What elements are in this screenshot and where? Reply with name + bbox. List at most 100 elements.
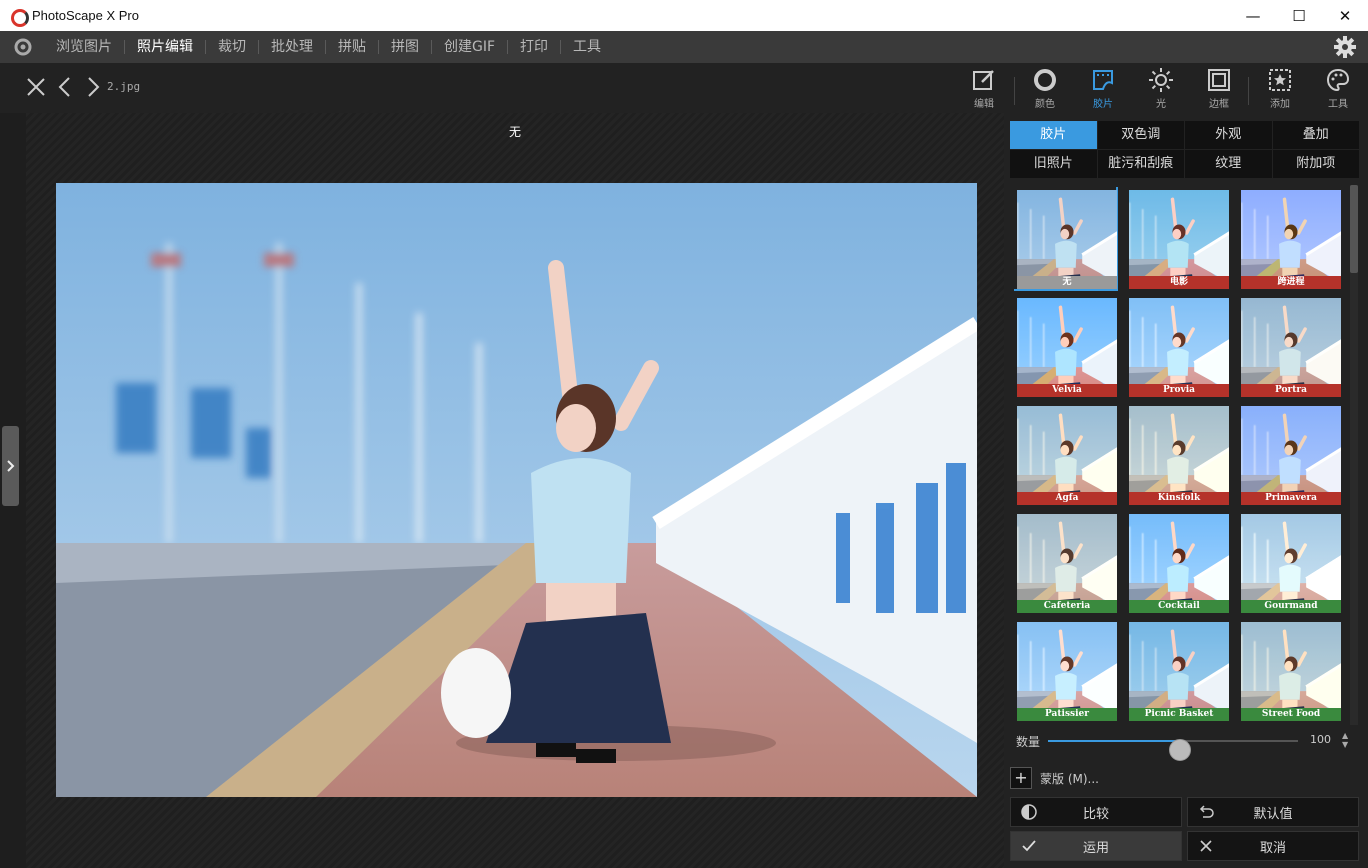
amount-spinner[interactable]: ▲ ▼ — [1342, 731, 1352, 751]
filter-thumbnail[interactable]: Gourmand — [1238, 511, 1341, 613]
tool-label: 颜色 — [1035, 99, 1055, 110]
filter-thumbnail[interactable]: Primavera — [1238, 403, 1341, 505]
current-filter-name: 无 — [508, 125, 521, 139]
menu-item-1[interactable]: 照片编辑 — [125, 31, 205, 63]
thumbnail-photo — [1129, 622, 1229, 708]
compare-button[interactable]: 比较 — [1010, 797, 1182, 827]
previous-photo-icon[interactable] — [54, 75, 78, 99]
filter-tabs-row2: 旧照片 脏污和刮痕 纹理 附加项 — [1010, 150, 1360, 178]
filter-preview-image — [1017, 298, 1117, 384]
filter-thumbnail[interactable]: 无 — [1014, 187, 1118, 291]
filter-thumbnail[interactable]: Street Food — [1238, 619, 1341, 721]
filter-thumbnail[interactable]: Provia — [1126, 295, 1229, 397]
filter-thumbnail[interactable]: 跨进程 — [1238, 187, 1341, 289]
tool-label: 胶片 — [1093, 99, 1113, 110]
filter-tab-tabs_row1-1[interactable]: 双色调 — [1097, 121, 1184, 149]
cancel-button[interactable]: 取消 — [1187, 831, 1359, 861]
filter-preview-image — [1017, 190, 1117, 276]
filter-label: Portra — [1241, 384, 1341, 397]
tool-film[interactable]: 胶片 — [1078, 67, 1128, 111]
home-icon[interactable] — [12, 36, 34, 58]
tool-color[interactable]: 颜色 — [1020, 67, 1070, 111]
title-bar: PhotoScape X Pro — ☐ ✕ — [0, 0, 1368, 31]
menu-item-5[interactable]: 拼图 — [379, 31, 431, 63]
thumbnail-photo — [1017, 622, 1117, 708]
thumbnail-photo — [1129, 406, 1229, 492]
amount-slider[interactable] — [1048, 739, 1298, 761]
filter-thumbnail[interactable]: Velvia — [1014, 295, 1117, 397]
filter-label: Street Food — [1241, 708, 1341, 721]
menu-item-4[interactable]: 拼贴 — [326, 31, 378, 63]
mask-label[interactable]: 蒙版 (M)... — [1040, 770, 1099, 787]
amount-slider-row: 数量 100 ▲ ▼ — [1016, 731, 1356, 761]
filter-label: Cocktail — [1129, 600, 1229, 613]
filter-tab-tabs_row1-2[interactable]: 外观 — [1185, 121, 1272, 149]
settings-gear-icon[interactable] — [1334, 36, 1356, 58]
filter-thumbnail[interactable]: Agfa — [1014, 403, 1117, 505]
filter-thumbnail[interactable]: Picnic Basket — [1126, 619, 1229, 721]
menu-item-3[interactable]: 批处理 — [259, 31, 325, 63]
compare-icon — [1011, 803, 1047, 821]
photo-canvas[interactable]: 无 — [26, 113, 1004, 868]
photo-preview[interactable] — [56, 183, 977, 797]
filter-thumbnail[interactable]: Cafeteria — [1014, 511, 1117, 613]
tool-add[interactable]: 添加 — [1255, 67, 1305, 111]
close-window-button[interactable]: ✕ — [1322, 0, 1368, 31]
tool-tools[interactable]: 工具 — [1313, 67, 1363, 111]
filter-label: Gourmand — [1241, 600, 1341, 613]
thumbnail-scrollbar[interactable] — [1350, 185, 1358, 725]
tool-label: 工具 — [1328, 99, 1348, 110]
film-icon — [1093, 70, 1113, 90]
filter-thumbnail[interactable]: Patissier — [1014, 619, 1117, 721]
tool-label: 添加 — [1270, 99, 1290, 110]
edit-icon — [973, 70, 994, 90]
reset-default-button[interactable]: 默认值 — [1187, 797, 1359, 827]
file-name: 2.jpg — [107, 80, 141, 93]
sun-icon — [1149, 68, 1173, 92]
filter-label: Kinsfolk — [1129, 492, 1229, 505]
thumbnail-photo — [1017, 514, 1117, 600]
app-window: PhotoScape X Pro — ☐ ✕ 浏览图片 照片编辑 裁切 批处理 拼贴 拼图… — [0, 0, 1368, 868]
tool-frame[interactable]: 边框 — [1194, 67, 1244, 111]
amount-value[interactable]: 100 — [1310, 733, 1331, 746]
apply-label: 运用 — [1082, 840, 1109, 856]
filter-label: 跨进程 — [1241, 276, 1341, 289]
tool-edit[interactable]: 编辑 — [959, 67, 1009, 111]
thumbnail-photo — [1017, 406, 1117, 492]
filter-thumbnail[interactable]: Portra — [1238, 295, 1341, 397]
filter-thumbnail[interactable]: 电影 — [1126, 187, 1229, 289]
palette-icon — [1326, 68, 1350, 92]
filter-label: Provia — [1129, 384, 1229, 397]
filter-thumbnail[interactable]: Cocktail — [1126, 511, 1229, 613]
filter-preview-image — [1241, 622, 1341, 708]
filter-tab-tabs_row1-3[interactable]: 叠加 — [1272, 121, 1359, 149]
add-star-icon — [1269, 69, 1291, 91]
minimize-button[interactable]: — — [1230, 0, 1276, 31]
filter-tab-tabs_row2-2[interactable]: 纹理 — [1185, 150, 1272, 178]
menu-item-0[interactable]: 浏览图片 — [44, 31, 124, 63]
menu-item-8[interactable]: 工具 — [561, 31, 613, 63]
next-photo-icon[interactable] — [80, 75, 104, 99]
filter-label: 无 — [1017, 276, 1117, 289]
filter-preview-image — [1129, 622, 1229, 708]
tool-light[interactable]: 光 — [1136, 67, 1186, 111]
left-panel-toggle[interactable] — [2, 426, 19, 506]
filter-preview-image — [1129, 406, 1229, 492]
filter-preview-image — [1241, 298, 1341, 384]
filter-thumbnail[interactable]: Kinsfolk — [1126, 403, 1229, 505]
filter-tab-tabs_row1-0[interactable]: 胶片 — [1010, 121, 1097, 149]
amount-slider-handle[interactable] — [1169, 739, 1191, 761]
add-mask-button[interactable]: + — [1010, 767, 1032, 789]
menu-item-7[interactable]: 打印 — [508, 31, 560, 63]
maximize-button[interactable]: ☐ — [1276, 0, 1322, 31]
filter-tab-tabs_row2-1[interactable]: 脏污和刮痕 — [1097, 150, 1184, 178]
menu-item-2[interactable]: 裁切 — [206, 31, 258, 63]
editor-toolbar: 编辑 颜色 胶片 光 边框 添加 工具 — [0, 63, 1368, 113]
filter-preview-image — [1129, 298, 1229, 384]
thumbnail-photo — [1017, 298, 1117, 384]
apply-button[interactable]: 运用 — [1010, 831, 1182, 861]
menu-item-6[interactable]: 创建GIF — [432, 31, 507, 63]
close-photo-icon[interactable] — [24, 75, 48, 99]
filter-tab-tabs_row2-3[interactable]: 附加项 — [1272, 150, 1359, 178]
filter-tab-tabs_row2-0[interactable]: 旧照片 — [1010, 150, 1097, 178]
